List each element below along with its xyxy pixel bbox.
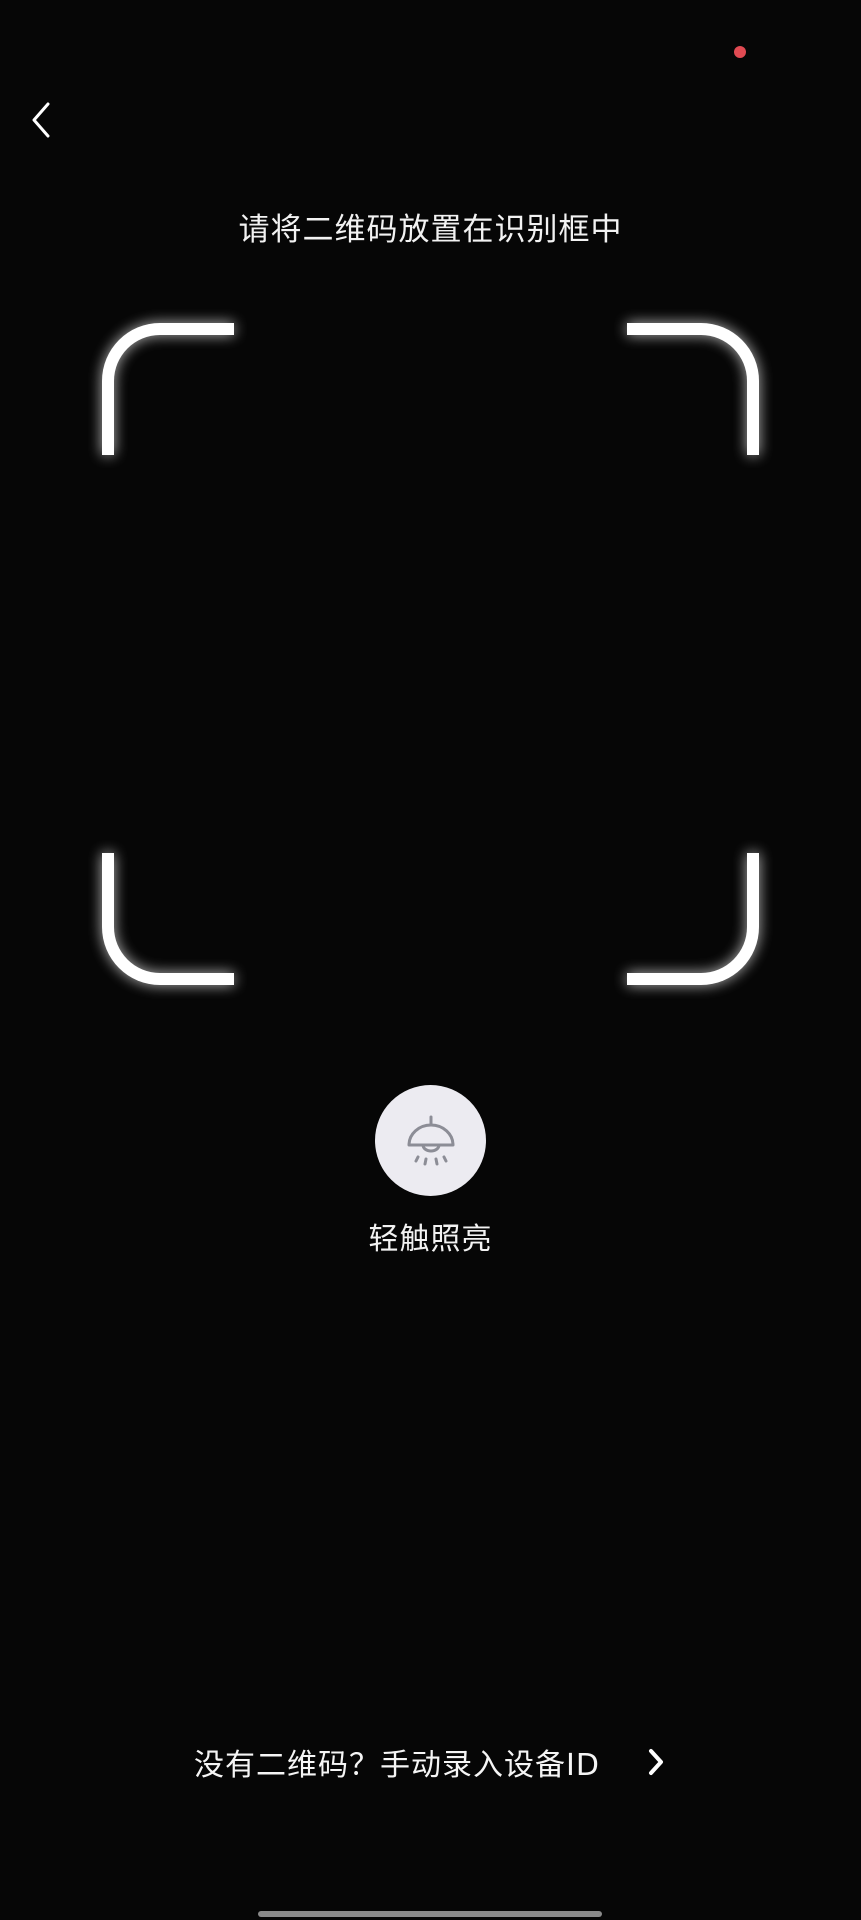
back-button[interactable] <box>18 96 66 144</box>
home-indicator[interactable] <box>258 1911 602 1917</box>
recording-indicator-dot <box>734 46 746 58</box>
scan-frame <box>102 323 759 985</box>
scan-frame-corner-bottom-left <box>102 853 234 985</box>
scan-frame-corner-top-right <box>627 323 759 455</box>
scan-instruction: 请将二维码放置在识别框中 <box>238 212 623 248</box>
scan-frame-corner-top-left <box>102 323 234 455</box>
scan-frame-corner-bottom-right <box>627 853 759 985</box>
chevron-right-icon <box>646 1747 666 1777</box>
flashlight-button[interactable] <box>375 1085 486 1196</box>
manual-entry-button[interactable]: 没有二维码？手动录入设备ID <box>150 1706 710 1818</box>
chevron-left-icon <box>32 102 50 138</box>
manual-entry-label: 没有二维码？手动录入设备ID <box>194 1748 600 1783</box>
flashlight-label: 轻触照亮 <box>368 1222 493 1257</box>
lamp-icon <box>407 1115 454 1165</box>
